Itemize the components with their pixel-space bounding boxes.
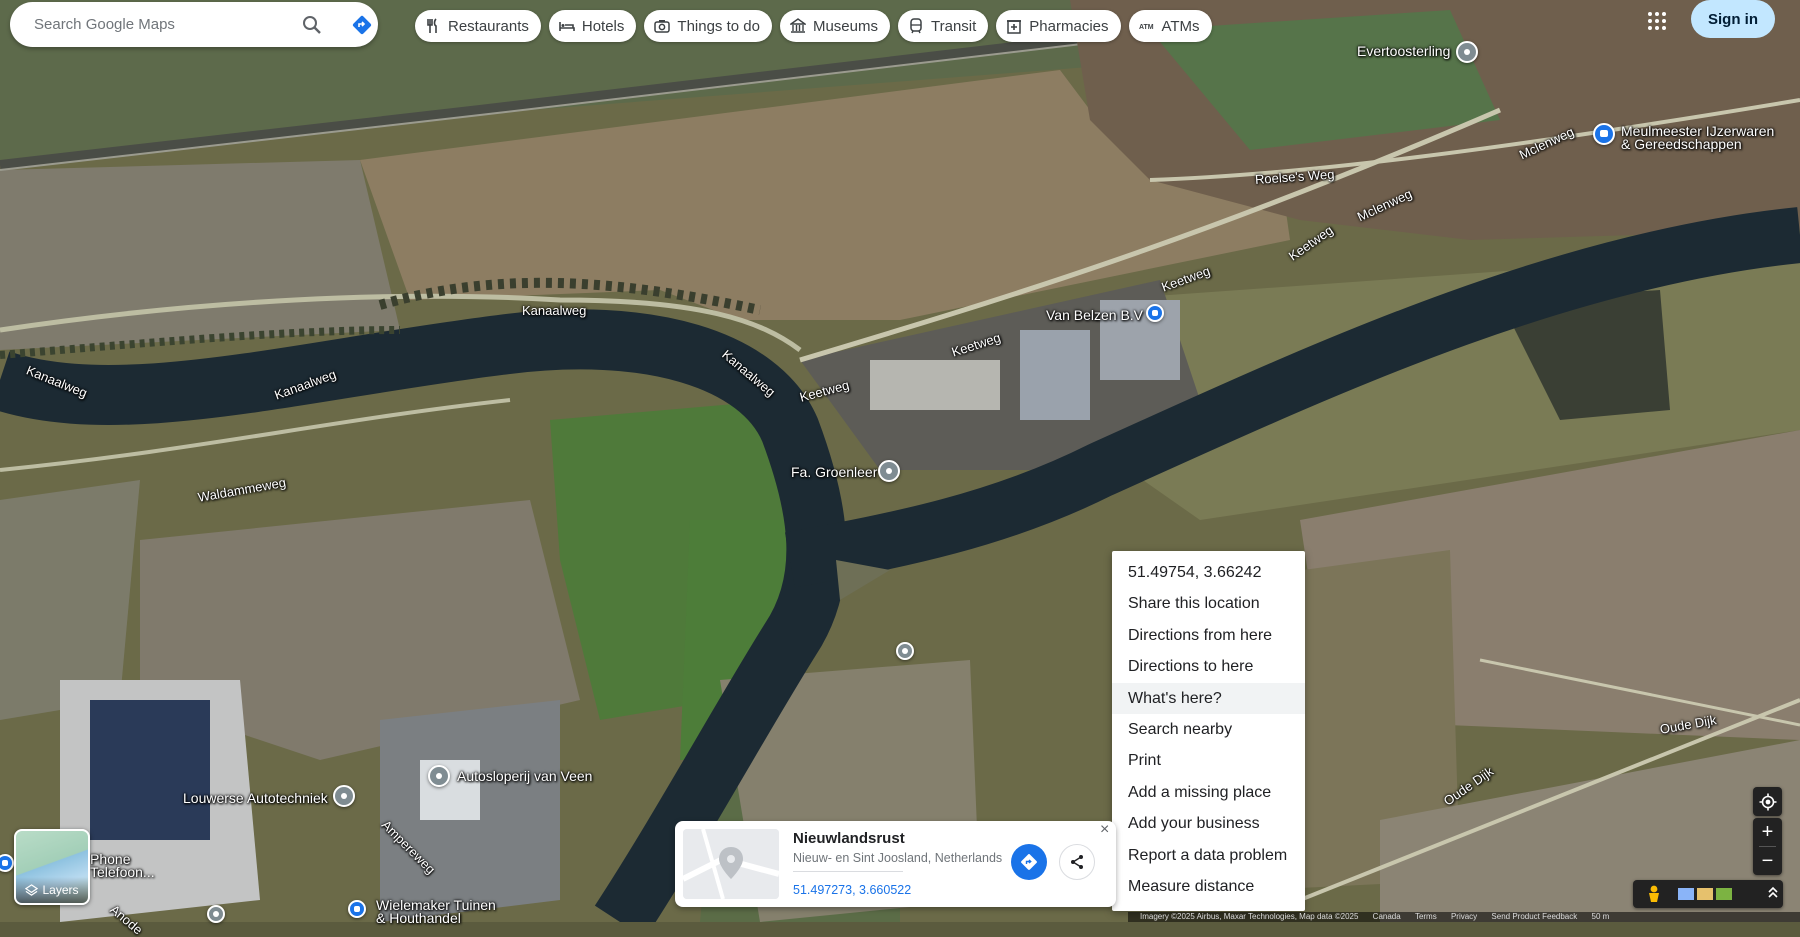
map-label-groenleer[interactable]: Fa. Groenleer [791,464,877,480]
chip-atms[interactable]: ATM ATMs [1128,10,1212,42]
chip-label: ATMs [1161,17,1200,35]
map-label-houthandel[interactable]: & Houthandel [376,910,461,926]
footer-feedback[interactable]: Send Product Feedback [1491,912,1577,921]
shopping-pin-icon[interactable] [1146,304,1164,322]
footer-country[interactable]: Canada [1373,912,1401,921]
satellite-map[interactable]: Evertoosterling Meulmeester IJzerwaren &… [0,0,1800,937]
search-input[interactable] [32,15,276,34]
place-subtitle: Nieuw- en Sint Joosland, Netherlands [793,851,1003,865]
footer-privacy[interactable]: Privacy [1451,912,1477,921]
chip-label: Hotels [581,17,625,35]
map-label-evertoosterling[interactable]: Evertoosterling [1357,43,1450,59]
sign-in-button[interactable]: Sign in [1691,0,1775,38]
layers-label: Layers [42,883,79,897]
search-box[interactable] [10,2,378,47]
chip-label: Restaurants [448,17,529,35]
map-label-louwerse[interactable]: Louwerse Autotechniek [183,790,328,806]
place-pin-icon[interactable] [333,785,355,807]
ctx-item-share-location[interactable]: Share this location [1112,588,1305,619]
place-title: Nieuwlandsrust [793,830,905,847]
footer-imagery: Imagery ©2025 Airbus, Maxar Technologies… [1140,912,1359,921]
category-chips: Restaurants Hotels Things to do Museums … [415,10,1212,42]
ctx-item-directions-from[interactable]: Directions from here [1112,620,1305,651]
ctx-item-whats-here[interactable]: What's here? [1112,682,1305,714]
chip-pharmacies[interactable]: Pharmacies [996,10,1121,42]
camera-icon [654,20,671,33]
close-icon[interactable]: × [1100,821,1109,839]
place-thumbnail[interactable] [683,829,779,899]
directions-icon[interactable] [350,13,374,37]
place-card[interactable]: Nieuwlandsrust Nieuw- en Sint Joosland, … [675,821,1116,907]
imagery-thumbnails[interactable] [1676,880,1734,908]
zoom-out-button[interactable]: − [1753,847,1782,875]
hotel-icon [559,22,575,31]
footer-scale[interactable]: 50 m [1592,912,1610,921]
divider [793,871,903,872]
road-label-kanaalweg: Kanaalweg [522,303,587,318]
transit-pin-icon[interactable] [207,905,225,923]
directions-button[interactable] [1011,844,1047,880]
zoom-controls: + − [1753,818,1782,875]
my-location-button[interactable] [1753,787,1782,816]
ctx-item-directions-to[interactable]: Directions to here [1112,651,1305,682]
transit-icon [910,18,922,34]
expand-icon[interactable] [1755,880,1783,908]
chip-label: Things to do [677,17,760,35]
chip-things-to-do[interactable]: Things to do [644,10,772,42]
ctx-item-add-business[interactable]: Add your business [1112,808,1305,839]
place-pin-icon[interactable] [878,460,900,482]
zoom-in-button[interactable]: + [1753,818,1782,846]
pegman-icon[interactable] [1633,880,1661,908]
ctx-item-report-problem[interactable]: Report a data problem [1112,840,1305,871]
map-label-telefoon[interactable]: Telefoon... [90,864,155,880]
map-context-menu: 51.49754, 3.66242 Share this location Di… [1112,551,1305,911]
map-footer: Imagery ©2025 Airbus, Maxar Technologies… [1128,912,1800,922]
share-icon [1071,855,1083,869]
place-pin-icon[interactable] [1456,41,1478,63]
shopping-pin-icon[interactable] [1593,123,1615,145]
shopping-pin-icon[interactable] [348,900,366,918]
layers-button[interactable]: Layers [14,829,90,905]
footer-terms[interactable]: Terms [1415,912,1437,921]
chip-restaurants[interactable]: Restaurants [415,10,541,42]
place-coordinates-link[interactable]: 51.497273, 3.660522 [793,883,911,897]
chip-hotels[interactable]: Hotels [548,10,637,42]
apps-grid-icon[interactable] [1646,10,1668,32]
dropped-pin-icon[interactable] [896,642,914,660]
chip-label: Pharmacies [1029,17,1109,35]
svg-text:ATM: ATM [1139,24,1154,31]
ctx-item-search-nearby[interactable]: Search nearby [1112,714,1305,745]
pharmacy-icon [1007,20,1022,34]
map-label-autosloperij[interactable]: Autosloperij van Veen [457,768,592,784]
my-location-icon [1759,793,1776,810]
share-button[interactable] [1059,844,1095,880]
layers-label-wrap: Layers [16,877,88,903]
ctx-item-measure-distance[interactable]: Measure distance [1112,871,1305,902]
chip-label: Transit [931,17,977,35]
map-label-van-belzen[interactable]: Van Belzen B.V [1046,307,1143,323]
restaurant-icon [427,18,437,33]
museum-icon [789,18,806,33]
layers-icon [25,883,39,896]
search-icon[interactable] [300,13,324,37]
chip-museums[interactable]: Museums [779,10,890,42]
place-pin-icon[interactable] [428,765,450,787]
map-thumbnail-icon [683,829,779,899]
map-label-meulmeester-2[interactable]: & Gereedschappen [1621,136,1742,152]
ctx-item-coordinates[interactable]: 51.49754, 3.66242 [1112,557,1305,588]
directions-icon [1021,854,1037,870]
atm-icon: ATM [1139,24,1154,31]
chip-label: Museums [812,17,878,35]
chip-transit[interactable]: Transit [898,10,989,42]
ctx-item-print[interactable]: Print [1112,745,1305,776]
satellite-imagery [0,0,1800,937]
ctx-item-add-missing-place[interactable]: Add a missing place [1112,777,1305,808]
